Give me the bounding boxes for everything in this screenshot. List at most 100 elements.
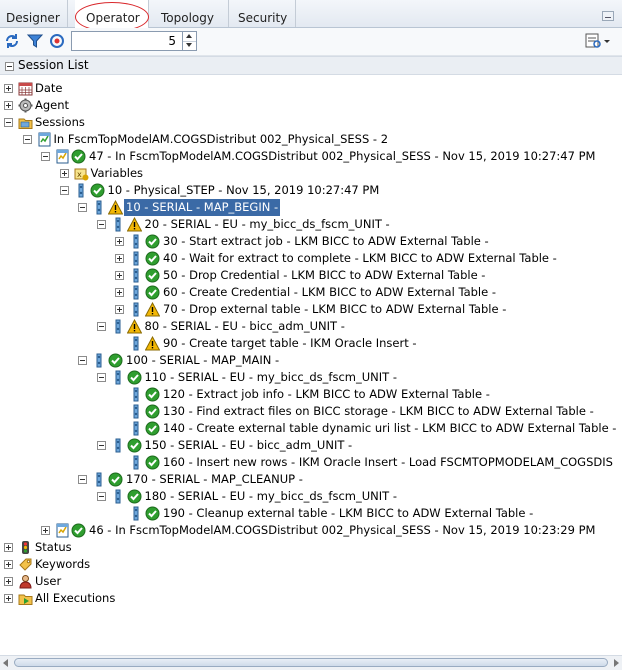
expand-icon[interactable] [115, 271, 124, 280]
tree-row-t190[interactable]: 190 - Cleanup external table - LKM BICC … [0, 505, 622, 522]
expand-icon[interactable] [115, 305, 124, 314]
task-warning-icon [133, 302, 139, 317]
tree-row-date[interactable]: Date [0, 80, 622, 97]
tree-row-vars[interactable]: x Variables [0, 165, 622, 182]
collapse-icon[interactable] [96, 322, 106, 331]
expand-icon[interactable] [41, 526, 50, 535]
tree-row-label: 170 - SERIAL - MAP_CLEANUP - [126, 472, 303, 486]
tree-row-cleanup[interactable]: 170 - SERIAL - MAP_CLEANUP - [0, 471, 622, 488]
tree-row-eu110[interactable]: 110 - SERIAL - EU - my_bicc_ds_fscm_UNIT… [0, 369, 622, 386]
scroll-right-arrow-icon[interactable] [614, 659, 619, 667]
warning-status-icon [126, 319, 142, 334]
collapse-icon[interactable] [5, 62, 14, 71]
tab-topology[interactable]: Topology [155, 0, 229, 27]
step-ok-icon [78, 183, 83, 198]
tree-row-label: Date [35, 81, 63, 95]
collapse-icon[interactable] [96, 492, 106, 501]
expand-icon[interactable] [4, 101, 13, 110]
collapse-icon[interactable] [41, 152, 50, 161]
tree-row-allexec[interactable]: All Executions [0, 590, 622, 607]
tree-row-label: 10 - SERIAL - MAP_BEGIN - [124, 199, 281, 216]
scrollbar-thumb[interactable] [14, 658, 608, 667]
expand-icon[interactable] [4, 84, 13, 93]
scroll-left-arrow-icon[interactable] [3, 659, 8, 667]
filter-icon[interactable] [26, 32, 44, 50]
tree-row-sessions[interactable]: Sessions [0, 114, 622, 131]
tree-row-t160[interactable]: 160 - Insert new rows - IKM Oracle Inser… [0, 454, 622, 471]
tree-row-t140[interactable]: 140 - Create external table dynamic uri … [0, 420, 622, 437]
tree-row-eu180[interactable]: 180 - SERIAL - EU - my_bicc_ds_fscm_UNIT… [0, 488, 622, 505]
spinner-buttons [182, 32, 196, 50]
tree-row-t120[interactable]: 120 - Extract job info - LKM BICC to ADW… [0, 386, 622, 403]
session-count-spinner[interactable] [71, 31, 197, 51]
tree-row-map_main[interactable]: 100 - SERIAL - MAP_MAIN - [0, 352, 622, 369]
expand-icon[interactable] [4, 594, 13, 603]
svg-text:x: x [77, 170, 82, 179]
spinner-down-button[interactable] [183, 41, 196, 50]
tree-row-label: 90 - Create target table - IKM Oracle In… [163, 336, 417, 350]
tree-row-step10[interactable]: 10 - Physical_STEP - Nov 15, 2019 10:27:… [0, 182, 622, 199]
tree-row-t30[interactable]: 30 - Start extract job - LKM BICC to ADW… [0, 233, 622, 250]
collapse-icon[interactable] [78, 475, 87, 484]
expand-icon[interactable] [115, 254, 124, 263]
tree-row-t50[interactable]: 50 - Drop Credential - LKM BICC to ADW E… [0, 267, 622, 284]
tree-row-keywords[interactable]: Keywords [0, 556, 622, 573]
collapse-icon[interactable] [59, 186, 69, 195]
tree-row-scen[interactable]: In FscmTopModelAM.COGSDistribut 002_Phys… [0, 131, 622, 148]
warning-status-icon [145, 336, 160, 351]
tree-row-label: In FscmTopModelAM.COGSDistribut 002_Phys… [53, 132, 389, 146]
tree-row-t90[interactable]: 90 - Create target table - IKM Oracle In… [0, 335, 622, 352]
tree-row-label: 46 - In FscmTopModelAM.COGSDistribut 002… [89, 523, 596, 537]
tree-row-label: Keywords [35, 557, 91, 571]
success-status-icon [71, 523, 86, 538]
tree-row-user[interactable]: User [0, 573, 622, 590]
tree-row-agent[interactable]: Agent [0, 97, 622, 114]
view-options-icon[interactable] [584, 32, 612, 50]
variables-icon: x [74, 168, 88, 181]
collapse-icon[interactable] [4, 118, 13, 127]
success-status-icon [145, 285, 160, 300]
refresh-icon[interactable] [3, 32, 21, 50]
tree-row-s46[interactable]: 46 - In FscmTopModelAM.COGSDistribut 002… [0, 522, 622, 539]
session-count-input[interactable] [72, 32, 180, 50]
serial-ok-icon [96, 472, 102, 487]
collapse-icon[interactable] [78, 356, 87, 365]
tree-row-map_begin[interactable]: 10 - SERIAL - MAP_BEGIN - [0, 199, 622, 216]
session-tree: Date Agent Sessions In FscmTopModelAM.COGSD… [0, 76, 622, 654]
tree-row-label: User [35, 574, 62, 588]
expand-icon[interactable] [4, 577, 13, 586]
search-refresh-icon[interactable] [48, 32, 66, 50]
collapse-icon[interactable] [22, 135, 32, 144]
tree-row-t60[interactable]: 60 - Create Credential - LKM BICC to ADW… [0, 284, 622, 301]
expand-icon[interactable] [4, 543, 13, 552]
tree-row-label: 60 - Create Credential - LKM BICC to ADW… [163, 285, 496, 299]
horizontal-scrollbar[interactable] [0, 655, 622, 670]
tree-row-t130[interactable]: 130 - Find extract files on BICC storage… [0, 403, 622, 420]
tab-operator[interactable]: Operator [75, 0, 149, 28]
tree-row-status[interactable]: Status [0, 539, 622, 556]
tab-security[interactable]: Security [232, 0, 296, 27]
expand-icon[interactable] [59, 169, 69, 178]
success-status-icon [127, 438, 141, 453]
session-list-header[interactable]: Session List [0, 56, 622, 75]
tree-row-eu20[interactable]: 20 - SERIAL - EU - my_bicc_ds_fscm_UNIT … [0, 216, 622, 233]
expand-icon[interactable] [4, 560, 13, 569]
tree-row-eu150[interactable]: 150 - SERIAL - EU - bicc_adm_UNIT - [0, 437, 622, 454]
tree-row-eu80[interactable]: 80 - SERIAL - EU - bicc_adm_UNIT - [0, 318, 622, 335]
tree-row-t40[interactable]: 40 - Wait for extract to complete - LKM … [0, 250, 622, 267]
minimize-button[interactable] [602, 11, 614, 21]
collapse-icon[interactable] [78, 203, 87, 212]
collapse-icon[interactable] [96, 220, 106, 229]
session-list-title: Session List [18, 58, 89, 72]
expand-icon[interactable] [115, 237, 124, 246]
tab-designer[interactable]: Designer [0, 0, 68, 27]
tree-row-s47[interactable]: 47 - In FscmTopModelAM.COGSDistribut 002… [0, 148, 622, 165]
tree-row-label: 80 - SERIAL - EU - bicc_adm_UNIT - [144, 319, 345, 333]
success-status-icon [145, 421, 160, 436]
warning-status-icon [145, 302, 160, 317]
tree-row-t70[interactable]: 70 - Drop external table - LKM BICC to A… [0, 301, 622, 318]
collapse-icon[interactable] [96, 441, 106, 450]
expand-icon[interactable] [115, 288, 124, 297]
collapse-icon[interactable] [96, 373, 106, 382]
tree-row-label: 150 - SERIAL - EU - bicc_adm_UNIT - [144, 438, 353, 452]
